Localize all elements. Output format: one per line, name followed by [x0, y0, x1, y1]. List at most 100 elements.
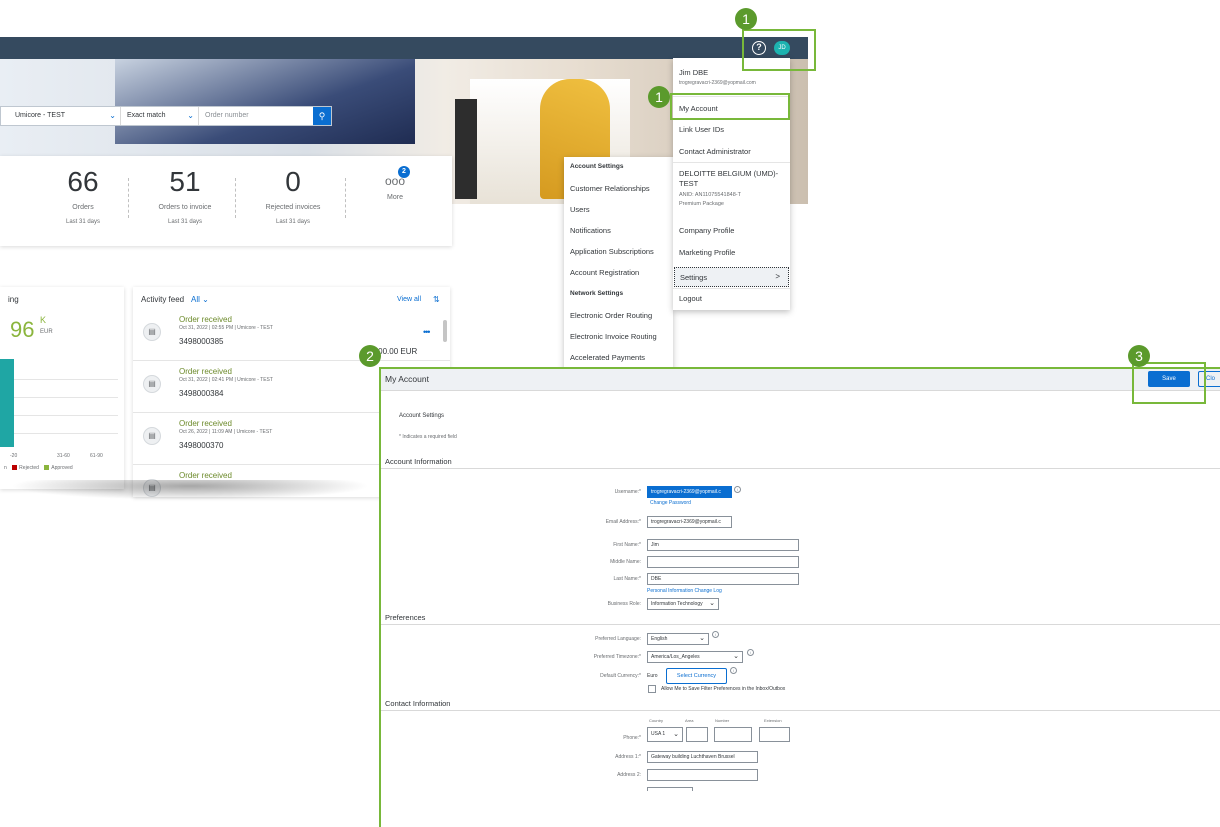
phone-extension-field[interactable]	[759, 727, 790, 742]
submenu-item-application-subscriptions[interactable]: Application Subscriptions	[570, 247, 654, 256]
menu-item-logout[interactable]: Logout	[679, 294, 702, 303]
phone-area-field[interactable]	[686, 727, 708, 742]
feed-filter-select[interactable]: All ⌄	[191, 295, 209, 304]
business-role-select[interactable]: Information Technology ⌄	[647, 598, 719, 610]
menu-divider	[673, 162, 790, 163]
menu-item-link-user-ids[interactable]: Link User IDs	[679, 125, 724, 134]
menu-item-contact-administrator[interactable]: Contact Administrator	[679, 147, 751, 156]
address1-label: Address 1:*	[615, 754, 641, 760]
section-preferences: Preferences	[381, 613, 1220, 625]
chart-gridline	[14, 379, 118, 380]
callout-badge-2: 2	[359, 345, 381, 367]
feed-item-number: 3498000370	[179, 441, 224, 450]
submenu-item-users[interactable]: Users	[570, 205, 590, 214]
username-label: Username:*	[614, 489, 641, 495]
feed-settings-icon[interactable]: ⇅	[433, 295, 440, 304]
first-name-field[interactable]: Jim	[647, 539, 799, 551]
settings-label: Settings	[680, 273, 708, 282]
chart-bar[interactable]	[0, 359, 14, 447]
info-icon[interactable]: i	[747, 649, 754, 656]
feed-item-number: 3498000385	[179, 337, 224, 346]
username-field[interactable]: trogregravacri-2369@yopmail.c	[647, 486, 732, 498]
submenu-item-electronic-order-routing[interactable]: Electronic Order Routing	[570, 311, 652, 320]
tile-label: Orders to invoice	[158, 204, 212, 211]
menu-item-marketing-profile[interactable]: Marketing Profile	[679, 248, 735, 257]
timezone-value: America/Los_Angeles	[651, 654, 700, 660]
info-icon[interactable]: i	[730, 667, 737, 674]
more-label: More	[387, 194, 403, 201]
legend-label: Rejected	[19, 465, 39, 471]
search-button[interactable]: ⚲	[313, 107, 331, 125]
section-account-information: Account Information	[381, 457, 1220, 469]
view-all-link[interactable]: View all	[397, 296, 421, 303]
language-select[interactable]: English ⌄	[647, 633, 709, 645]
settings-submenu: Account Settings Customer Relationships …	[564, 157, 673, 370]
select-currency-button[interactable]: Select Currency	[666, 668, 727, 684]
order-number-input[interactable]: Order number	[201, 107, 313, 125]
submenu-item-accelerated-payments[interactable]: Accelerated Payments	[570, 353, 645, 362]
match-type-select[interactable]: Exact match ⌄	[123, 107, 199, 125]
feed-item-number: 3498000384	[179, 389, 224, 398]
email-label: Email Address:*	[605, 519, 641, 525]
feed-scrollbar[interactable]	[443, 320, 447, 342]
hero-photo-person	[115, 59, 415, 144]
tile-period: Last 31 days	[65, 219, 101, 225]
tile-value: 66	[67, 166, 99, 197]
amount-currency: EUR	[40, 329, 53, 335]
document-icon: ▤	[143, 323, 161, 341]
tile-divider	[345, 178, 346, 218]
customer-select-value: Umicore - TEST	[15, 112, 66, 119]
menu-item-settings[interactable]: Settings >	[674, 267, 789, 287]
address3-field[interactable]	[647, 787, 693, 791]
tab-account-settings[interactable]: Account Settings	[399, 413, 444, 419]
callout-badge-1: 1	[648, 86, 670, 108]
submenu-item-notifications[interactable]: Notifications	[570, 226, 611, 235]
address2-field[interactable]	[647, 769, 758, 781]
save-filter-preferences-checkbox[interactable]	[648, 685, 656, 693]
tile-rejected-invoices[interactable]: 0 Rejected invoices Last 31 days	[238, 166, 348, 225]
middle-name-field[interactable]	[647, 556, 799, 568]
timezone-select[interactable]: America/Los_Angeles ⌄	[647, 651, 743, 663]
column-header: Country	[649, 718, 664, 723]
company-anid: ANID: AN11075541848-T	[679, 192, 741, 198]
timezone-label: Preferred Timezone:*	[593, 654, 641, 660]
customer-select[interactable]: Umicore - TEST ⌄	[11, 107, 121, 125]
more-options-icon[interactable]: •••	[423, 327, 431, 337]
feed-item-meta: Oct 26, 2022 | 11:09 AM | Umicore - TEST	[179, 429, 273, 435]
first-name-label: First Name:*	[613, 542, 641, 548]
tile-orders[interactable]: 66 Orders Last 31 days	[28, 166, 138, 225]
phone-country-select[interactable]: USA 1 ⌄	[647, 727, 683, 742]
last-name-field[interactable]: DBE	[647, 573, 799, 585]
column-header: Extension	[764, 718, 782, 723]
info-icon[interactable]: i	[712, 631, 719, 638]
top-navigation-bar: ? JD	[0, 37, 808, 59]
document-icon: ▤	[143, 427, 161, 445]
submenu-item-electronic-invoice-routing[interactable]: Electronic Invoice Routing	[570, 332, 657, 341]
match-type-value: Exact match	[127, 112, 166, 119]
more-dots-icon: ooo	[384, 174, 406, 188]
change-password-link[interactable]: Change Password	[650, 500, 691, 506]
tile-period: Last 31 days	[275, 219, 311, 225]
phone-number-field[interactable]	[714, 727, 752, 742]
feed-item-meta: Oct 31, 2022 | 02:41 PM | Umicore - TEST	[179, 377, 273, 383]
submenu-section-header: Network Settings	[570, 290, 624, 297]
chevron-down-icon: ⌄	[733, 653, 739, 660]
address2-label: Address 2:	[617, 772, 641, 778]
tile-orders-to-invoice[interactable]: 51 Orders to invoice Last 31 days	[130, 166, 240, 225]
tile-more[interactable]: ooo 2 More	[370, 166, 420, 201]
change-log-link[interactable]: Personal Information Change Log	[647, 588, 722, 594]
info-icon[interactable]: i	[734, 486, 741, 493]
submenu-item-account-registration[interactable]: Account Registration	[570, 268, 639, 277]
callout-badge-1: 1	[735, 8, 757, 30]
tile-value: 51	[169, 166, 201, 197]
menu-item-company-profile[interactable]: Company Profile	[679, 226, 734, 235]
address1-field[interactable]: Gateway building Luchthaven Brussel	[647, 751, 758, 763]
submenu-item-customer-relationships[interactable]: Customer Relationships	[570, 184, 650, 193]
chevron-down-icon: ⌄	[699, 635, 705, 642]
column-header: Number	[715, 718, 730, 723]
email-field[interactable]: trogregravacri-2369@yopmail.c	[647, 516, 732, 528]
highlight-save-button	[1132, 362, 1206, 404]
user-email: trogregravacri-2369@yopmail.com	[679, 80, 756, 86]
hero-photo-chair-dark	[455, 99, 477, 199]
document-icon: ▤	[143, 375, 161, 393]
